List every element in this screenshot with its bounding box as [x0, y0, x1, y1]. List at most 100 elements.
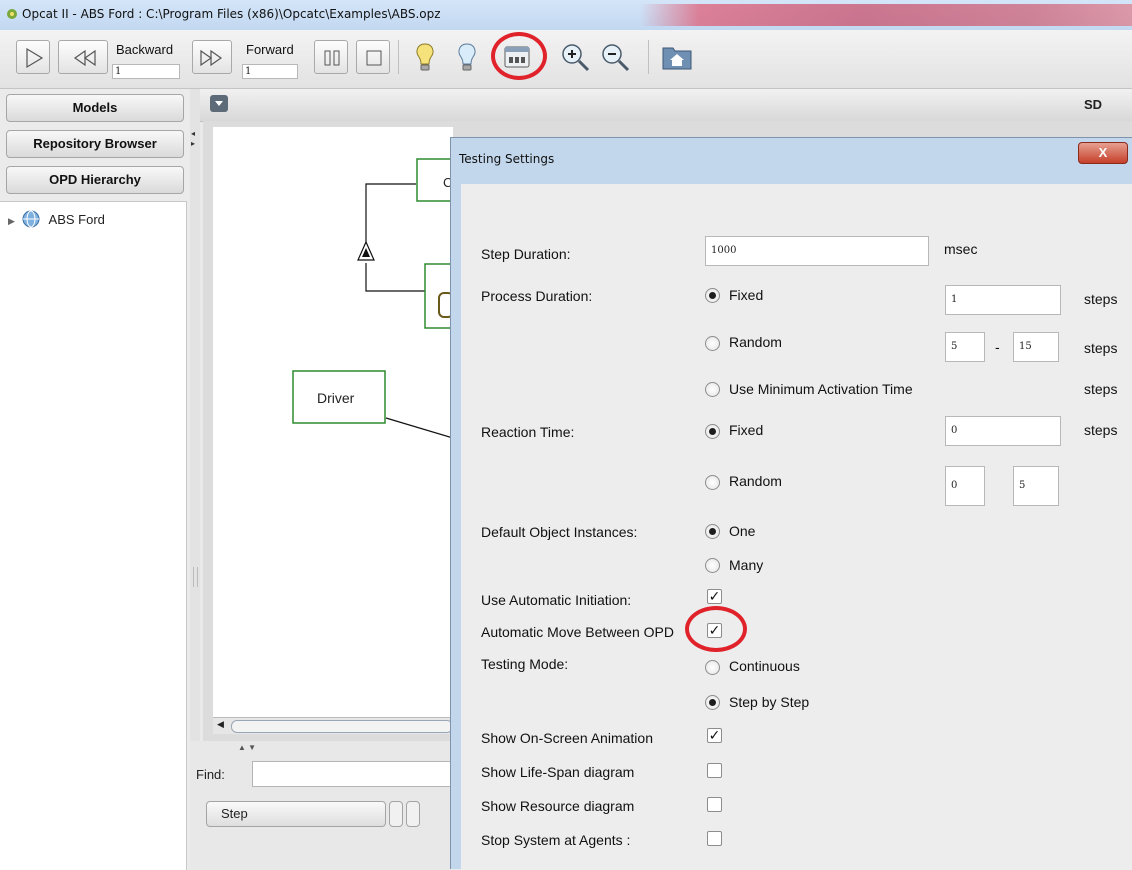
- reaction-random-label: Random: [729, 473, 782, 489]
- instances-many-radio[interactable]: [705, 558, 720, 573]
- instances-one-radio[interactable]: [705, 524, 720, 539]
- window-menu-button[interactable]: [210, 95, 228, 112]
- dialog-body: Step Duration: 1000 msec Process Duratio…: [461, 184, 1132, 870]
- stop-icon: [366, 50, 382, 66]
- chevron-down-icon: [215, 101, 223, 106]
- auto-move-label: Automatic Move Between OPD: [481, 624, 674, 640]
- reaction-fixed-label: Fixed: [729, 422, 764, 438]
- reaction-random-min-input[interactable]: 0: [945, 466, 985, 506]
- reaction-random-max-input[interactable]: 5: [1013, 466, 1059, 506]
- process-random-min-input[interactable]: 5: [945, 332, 985, 362]
- backward-steps-input[interactable]: 1: [112, 64, 180, 79]
- scroll-thumb[interactable]: [231, 720, 453, 733]
- driver-label: Driver: [317, 390, 355, 406]
- show-animation-checkbox[interactable]: ✓: [707, 728, 722, 743]
- process-random-max-input[interactable]: 15: [1013, 332, 1059, 362]
- show-resource-checkbox[interactable]: [707, 797, 722, 812]
- process-random-radio[interactable]: [705, 336, 720, 351]
- repository-browser-button[interactable]: Repository Browser: [6, 130, 184, 158]
- zoom-out-button[interactable]: [598, 40, 632, 74]
- bottom-panel: ▲ ▼ Find: Step: [190, 741, 452, 869]
- mode-step-by-step-radio[interactable]: [705, 695, 720, 710]
- collapse-left-icon[interactable]: ◂: [191, 129, 195, 138]
- process-fixed-input[interactable]: 1: [945, 285, 1061, 315]
- diagram-name: SD: [1083, 97, 1102, 112]
- tree-item-abs-ford[interactable]: ▶ ABS Ford: [8, 210, 105, 228]
- step-duration-input[interactable]: 1000: [705, 236, 929, 266]
- process-fixed-label: Fixed: [729, 287, 764, 303]
- show-resource-label: Show Resource diagram: [481, 798, 635, 814]
- opd-tree: ▶ ABS Ford: [0, 201, 187, 870]
- pause-button[interactable]: [314, 40, 348, 74]
- show-lifespan-checkbox[interactable]: [707, 763, 722, 778]
- close-button[interactable]: X: [1078, 142, 1128, 164]
- highlight-ring-toolbar: [491, 32, 547, 80]
- stop-agents-label: Stop System at Agents :: [481, 832, 631, 848]
- models-button[interactable]: Models: [6, 94, 184, 122]
- lightbulb-on-icon: [416, 43, 434, 71]
- show-lifespan-label: Show Life-Span diagram: [481, 764, 635, 780]
- use-min-activation-radio[interactable]: [705, 382, 720, 397]
- reaction-random-radio[interactable]: [705, 475, 720, 490]
- home-button[interactable]: [660, 40, 694, 74]
- pause-icon: [324, 50, 340, 66]
- mode-continuous-label: Continuous: [729, 658, 800, 674]
- msec-unit: msec: [944, 241, 978, 257]
- expand-arrow-icon[interactable]: ▶: [8, 216, 18, 227]
- dialog-title: Testing Settings: [459, 152, 555, 166]
- steps-unit: steps: [1084, 291, 1118, 307]
- show-animation-label: Show On-Screen Animation: [481, 730, 653, 746]
- window-title: Opcat II - ABS Ford : C:\Program Files (…: [22, 7, 441, 21]
- zoom-out-icon: [602, 44, 630, 72]
- highlight-ring-checkbox: [685, 606, 747, 652]
- use-min-activation-label: Use Minimum Activation Time: [729, 381, 913, 397]
- stop-agents-checkbox[interactable]: [707, 831, 722, 846]
- select-arrows-icon[interactable]: [389, 801, 403, 827]
- mode-continuous-radio[interactable]: [705, 660, 720, 675]
- step-duration-label: Step Duration:: [481, 246, 571, 262]
- step-mode-select[interactable]: Step: [206, 801, 386, 827]
- divider-grip[interactable]: [193, 567, 198, 587]
- auto-initiation-checkbox[interactable]: ✓: [707, 589, 722, 604]
- resize-arrows-icon[interactable]: ▲ ▼: [238, 743, 256, 752]
- stop-button[interactable]: [356, 40, 390, 74]
- testing-mode-label: Testing Mode:: [481, 656, 569, 672]
- zoom-in-button[interactable]: [558, 40, 592, 74]
- reaction-time-label: Reaction Time:: [481, 424, 575, 440]
- app-icon: [7, 9, 17, 19]
- reaction-fixed-radio[interactable]: [705, 424, 720, 439]
- opd-diagram: [292, 158, 466, 439]
- backward-label: Backward: [116, 42, 174, 57]
- play-button[interactable]: [16, 40, 50, 74]
- process-fixed-radio[interactable]: [705, 288, 720, 303]
- horizontal-scrollbar[interactable]: ◀: [213, 717, 453, 734]
- bulb-off-button[interactable]: [450, 40, 484, 74]
- instances-one-label: One: [729, 523, 756, 539]
- range-dash: -: [995, 339, 1000, 355]
- toolbar: Backward 1 Forward 1: [0, 30, 1132, 89]
- mode-step-by-step-label: Step by Step: [729, 694, 810, 710]
- expand-right-icon[interactable]: ▸: [191, 139, 195, 148]
- steps-unit: steps: [1084, 340, 1118, 356]
- fast-forward-icon: [200, 49, 223, 67]
- opd-hierarchy-button[interactable]: OPD Hierarchy: [6, 166, 184, 194]
- reaction-fixed-input[interactable]: 0: [945, 416, 1061, 446]
- secondary-select[interactable]: [406, 801, 420, 827]
- find-label: Find:: [196, 767, 225, 782]
- bulb-on-button[interactable]: [408, 40, 442, 74]
- diagram-canvas[interactable]: C Driver: [213, 127, 466, 731]
- diagram-header: SD: [200, 89, 1132, 122]
- steps-unit: steps: [1084, 422, 1118, 438]
- home-folder-icon: [662, 47, 692, 70]
- lightbulb-off-icon: [458, 43, 476, 71]
- find-input[interactable]: [252, 761, 452, 787]
- backward-button[interactable]: [58, 40, 108, 74]
- tree-item-label: ABS Ford: [48, 212, 105, 227]
- fast-forward-button[interactable]: [192, 40, 232, 74]
- scroll-left-icon[interactable]: ◀: [217, 719, 224, 730]
- steps-unit: steps: [1084, 381, 1118, 397]
- forward-steps-input[interactable]: 1: [242, 64, 298, 79]
- default-instances-label: Default Object Instances:: [481, 524, 638, 540]
- process-random-label: Random: [729, 334, 782, 350]
- rewind-icon: [73, 49, 96, 67]
